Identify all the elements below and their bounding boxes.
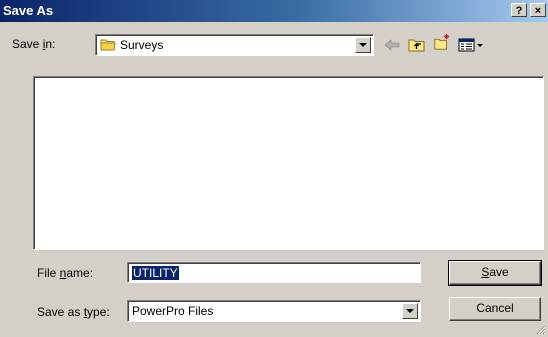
save-as-dialog: Save As ? × Save in: Surveys File name: … (0, 0, 548, 337)
cancel-button[interactable]: Cancel (449, 297, 541, 321)
chevron-down-icon (359, 43, 367, 47)
resize-grip-icon[interactable] (534, 323, 546, 335)
file-name-value: UTILITY (132, 266, 179, 280)
save-as-type-value: PowerPro Files (132, 304, 214, 318)
file-name-label: File name: (37, 266, 94, 280)
save-in-dropdown-button[interactable] (355, 37, 371, 53)
save-as-type-label: Save as type: (37, 305, 110, 319)
view-menu-icon[interactable] (457, 36, 487, 54)
folder-icon (100, 39, 116, 51)
file-list-view[interactable] (33, 76, 544, 250)
back-arrow-icon[interactable] (382, 36, 402, 54)
up-folder-icon[interactable] (407, 36, 427, 54)
close-button[interactable]: × (530, 3, 546, 17)
save-button[interactable]: Save (448, 260, 542, 286)
save-in-combo[interactable]: Surveys (95, 34, 374, 56)
new-folder-icon[interactable] (432, 33, 452, 51)
chevron-down-icon (406, 309, 414, 313)
title-bar[interactable]: Save As ? × (0, 0, 548, 22)
save-in-label: Save in: (12, 37, 56, 51)
save-in-value: Surveys (120, 38, 164, 52)
window-title: Save As (3, 3, 54, 18)
save-as-type-combo[interactable]: PowerPro Files (127, 300, 421, 322)
file-name-input[interactable]: UTILITY (127, 262, 421, 283)
save-as-type-dropdown-button[interactable] (402, 303, 418, 319)
help-button[interactable]: ? (511, 3, 527, 17)
